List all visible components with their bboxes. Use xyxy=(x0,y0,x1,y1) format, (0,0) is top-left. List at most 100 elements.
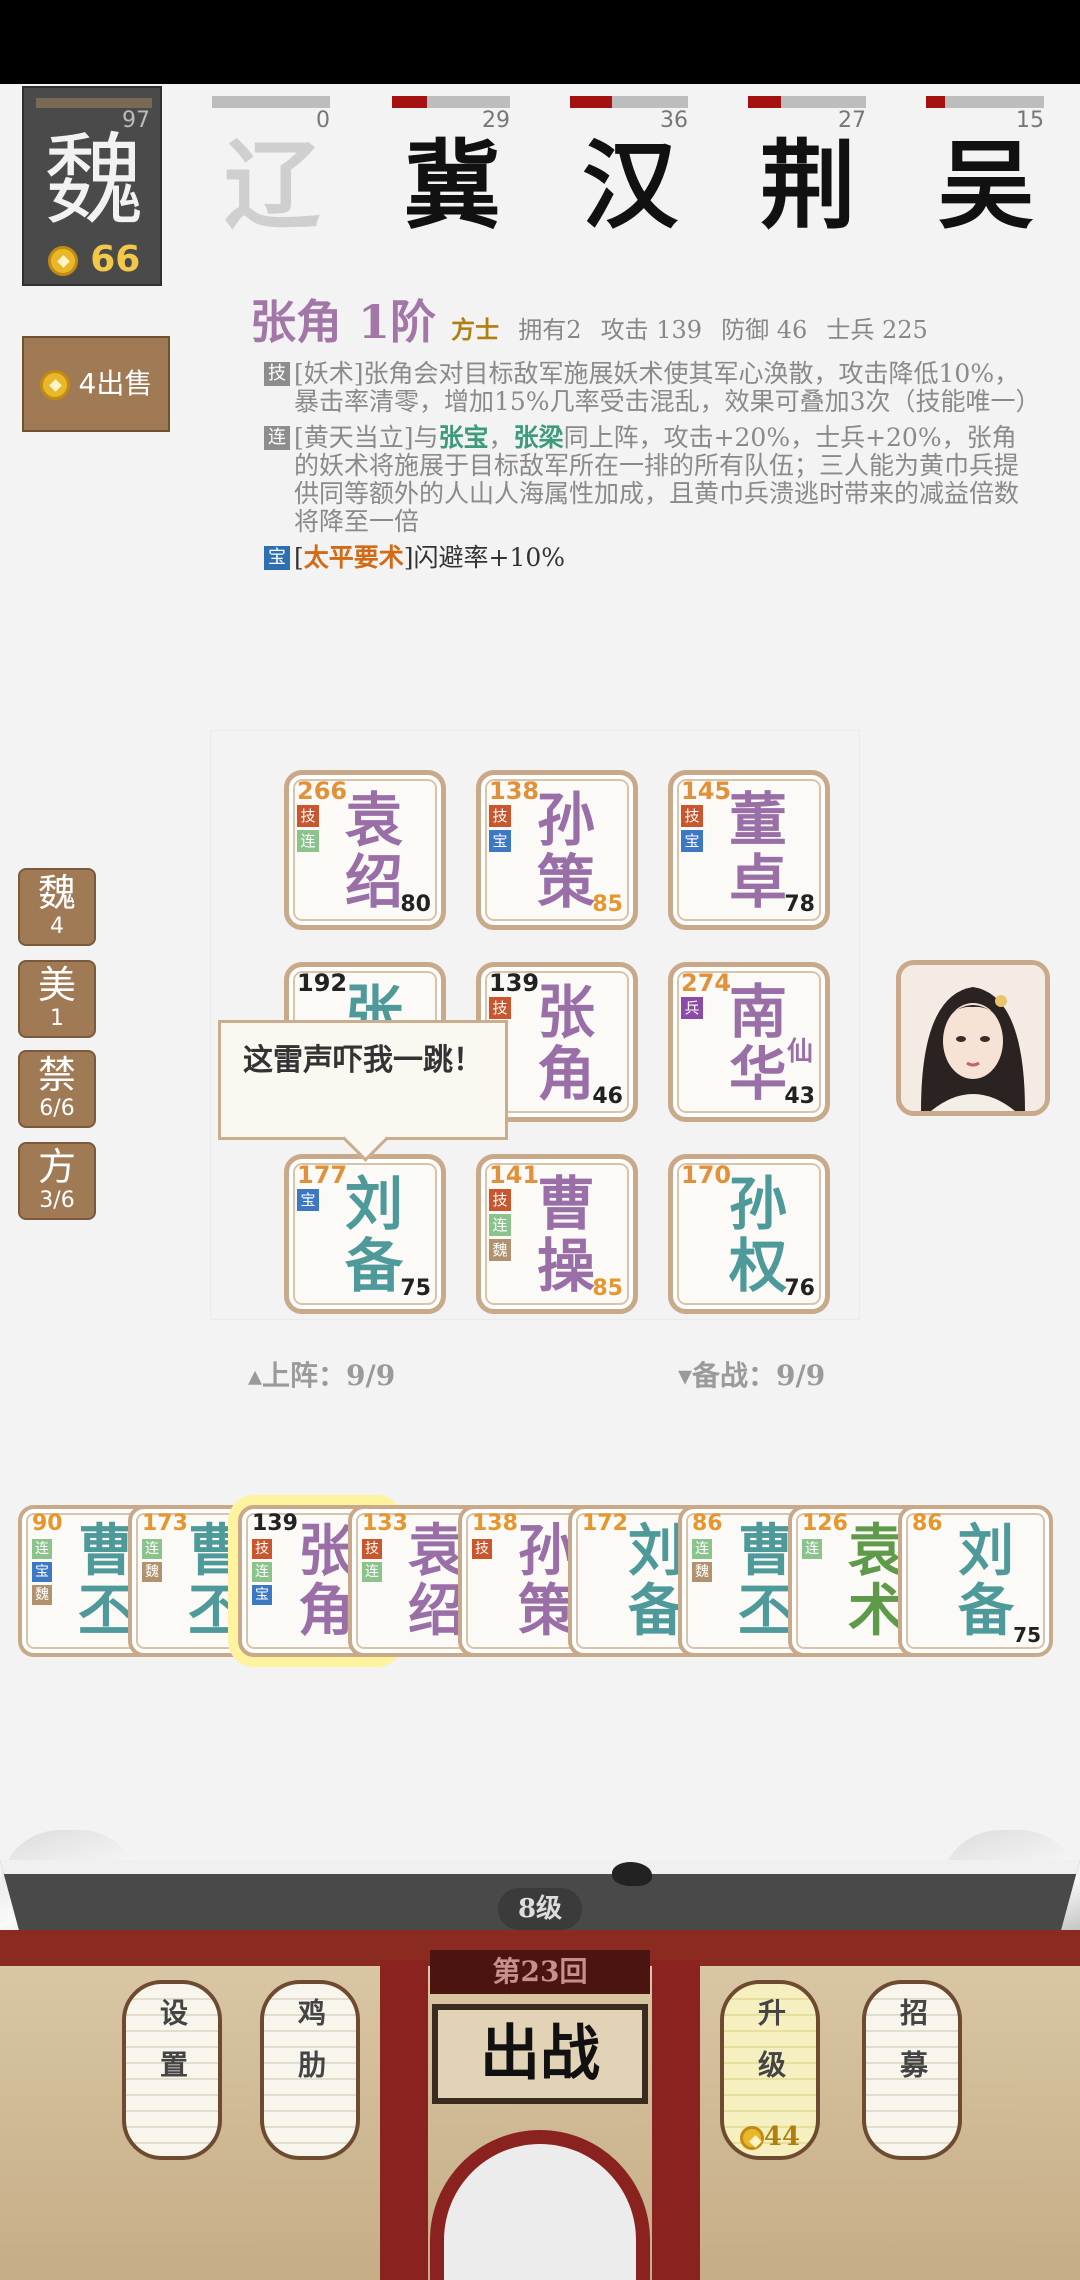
card-power: 78 xyxy=(784,892,815,917)
wei-tag: 魏 xyxy=(489,1239,511,1261)
wei-tag: 魏 xyxy=(692,1562,712,1582)
card-tags: 技连 xyxy=(297,805,321,855)
filter-button[interactable]: 禁 6/6 xyxy=(18,1050,96,1128)
treasure-tag: 宝 xyxy=(252,1585,272,1605)
kingdom-hp-fill xyxy=(570,96,613,108)
kingdom-hp-bar xyxy=(748,96,866,108)
card-tags: 兵 xyxy=(681,997,705,1022)
card-tags: 连魏 xyxy=(142,1539,164,1585)
settings-label: 设置 xyxy=(156,1998,189,2102)
advisor-avatar-icon xyxy=(901,965,1045,1111)
treasure-tag: 宝 xyxy=(297,1189,319,1211)
filter-button[interactable]: 魏4 xyxy=(18,868,96,946)
recruit-label: 招募 xyxy=(896,1998,929,2102)
kingdom-1[interactable]: 29 冀 xyxy=(392,96,512,246)
kingdom-2[interactable]: 36 汉 xyxy=(570,96,690,246)
treasure-text-a: [ xyxy=(294,543,304,572)
formation-card[interactable]: 274 兵南华仙 43 xyxy=(668,962,830,1122)
speech-bubble: 这雷声吓我一跳！ xyxy=(218,1020,508,1140)
kingdom-name: 荆 xyxy=(760,129,856,242)
kingdom-0[interactable]: 0辽 xyxy=(212,96,332,246)
hero-defense: 防御 46 xyxy=(721,316,808,344)
hero-attack: 攻击 139 xyxy=(600,316,703,344)
round-label: 第23回 xyxy=(430,1950,650,1994)
recruit-button[interactable]: 招募 xyxy=(862,1980,962,2160)
kingdom-hp-bar xyxy=(392,96,510,108)
filter-label: 禁 xyxy=(37,1053,76,1097)
hero-soldiers: 士兵 225 xyxy=(826,316,928,344)
sell-button[interactable]: 4出售 xyxy=(22,336,170,432)
sell-label: 4出售 xyxy=(78,367,153,400)
upgrade-label: 升级 xyxy=(754,1998,787,2102)
link-hero-zhangliang: 张梁 xyxy=(513,423,564,452)
chicken-rib-button[interactable]: 鸡肋 xyxy=(260,1980,360,2160)
hero-info-panel: 张角 1阶 方士 拥有2 攻击 139 防御 46 士兵 225 技 [妖术]张… xyxy=(250,286,1040,572)
formation-card[interactable]: 141 技连魏曹操 85 xyxy=(476,1154,638,1314)
skill-tag: 技 xyxy=(489,805,511,827)
skill-tag: 技 xyxy=(264,362,290,386)
settings-button[interactable]: 设置 xyxy=(122,1980,222,2160)
player-kingdom-panel[interactable]: 97 魏 66 xyxy=(22,86,162,286)
link-tag: 连 xyxy=(489,1214,511,1236)
formation-card[interactable]: 266 技连袁绍 80 xyxy=(284,770,446,930)
hero-skill: 技 [妖术]张角会对目标敌军施展妖术使其军心涣散，攻击降低10%，暴击率清零，增… xyxy=(250,360,1040,416)
upgrade-button[interactable]: 升级 44 xyxy=(720,1980,820,2160)
card-level: 90 xyxy=(32,1511,63,1536)
filter-label: 美 xyxy=(37,963,76,1007)
kingdom-hp-fill xyxy=(748,96,782,108)
filter-count: 4 xyxy=(50,914,64,939)
card-tags: 宝 xyxy=(297,1189,321,1214)
formation-card[interactable]: 170 孙权 76 xyxy=(668,1154,830,1314)
filter-label: 魏 xyxy=(37,871,76,915)
treasure-tag: 宝 xyxy=(32,1562,52,1582)
player-gold: 66 xyxy=(24,239,164,280)
card-power: 75 xyxy=(400,1276,431,1301)
link-hero-zhangbao: 张宝 xyxy=(438,423,489,452)
fight-button[interactable]: 出战 xyxy=(432,2004,648,2104)
kingdom-4[interactable]: 15 吴 xyxy=(926,96,1046,246)
skill-tag: 技 xyxy=(362,1539,382,1559)
soldier-tag: 兵 xyxy=(681,997,703,1019)
player-gold-value: 66 xyxy=(90,239,141,280)
formation-card[interactable]: 145 技宝董卓 78 xyxy=(668,770,830,930)
card-level: 86 xyxy=(912,1511,943,1536)
card-power: 80 xyxy=(400,892,431,917)
hero-title: 张角 1阶 xyxy=(250,295,437,349)
status-bar xyxy=(0,0,1080,84)
upgrade-cost-value: 44 xyxy=(763,2122,801,2152)
formation-card[interactable]: 138 技宝孙策 85 xyxy=(476,770,638,930)
pillar-left xyxy=(380,1960,428,2280)
kingdom-name: 汉 xyxy=(582,129,678,242)
wei-tag: 魏 xyxy=(32,1585,52,1605)
formation-card[interactable]: 177 宝刘备 75 xyxy=(284,1154,446,1314)
onfield-count: ▴上阵：9/9 xyxy=(248,1359,396,1392)
card-power: 85 xyxy=(592,1276,623,1301)
kingdom-hp-bar xyxy=(926,96,1044,108)
hero-link-skill: 连 [黄天当立]与张宝，张梁同上阵，攻击+20%，士兵+20%，张角的妖术将施展… xyxy=(250,424,1040,536)
card-tags: 技连 xyxy=(362,1539,384,1585)
link-tag: 连 xyxy=(264,426,290,450)
advisor-portrait[interactable] xyxy=(896,960,1050,1116)
wei-tag: 魏 xyxy=(142,1562,162,1582)
filter-button[interactable]: 方 3/6 xyxy=(18,1142,96,1220)
card-tags: 连 xyxy=(802,1539,824,1562)
kingdom-3[interactable]: 27 荆 xyxy=(748,96,868,246)
bench-card[interactable]: 86 刘备 75 xyxy=(898,1505,1053,1657)
kingdom-hp-bar xyxy=(212,96,330,108)
card-tags: 技连魏 xyxy=(489,1189,513,1264)
skill-tag: 技 xyxy=(489,997,511,1019)
link-tag: 连 xyxy=(142,1539,162,1559)
kingdom-name: 冀 xyxy=(404,129,500,242)
hero-role: 方士 xyxy=(451,315,500,344)
card-tags: 技宝 xyxy=(489,805,513,855)
treasure-tag: 宝 xyxy=(681,830,703,852)
card-tags: 技连宝 xyxy=(252,1539,274,1608)
kingdom-name: 吴 xyxy=(938,129,1034,242)
reserve-count: ▾备战：9/9 xyxy=(678,1359,826,1392)
coin-icon xyxy=(39,370,70,400)
kingdom-hp-bar xyxy=(570,96,688,108)
filter-button[interactable]: 美1 xyxy=(18,960,96,1038)
hero-treasure: 宝 [太平要术]闪避率+10% xyxy=(250,544,1040,572)
coin-icon xyxy=(739,2126,764,2150)
pillar-right xyxy=(652,1960,700,2280)
